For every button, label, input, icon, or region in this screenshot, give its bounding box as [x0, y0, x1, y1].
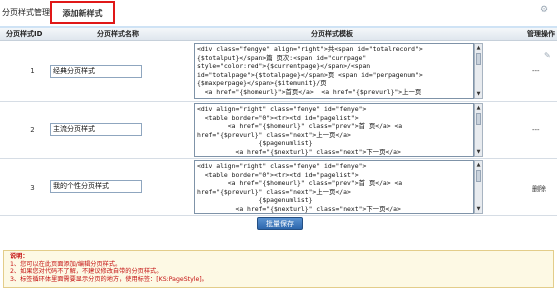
scroll-thumb[interactable] — [476, 170, 481, 182]
tab-add-style[interactable]: 添加新样式 — [50, 1, 115, 24]
delete-link[interactable]: 删除 — [532, 184, 546, 194]
col-header-name: 分页样式名称 — [97, 30, 139, 38]
row-id: 1 — [30, 67, 35, 75]
scroll-down-icon[interactable]: ▼ — [475, 205, 482, 213]
template-textarea[interactable]: <div align="right" class="fenye" id="fen… — [194, 160, 474, 214]
template-textarea[interactable]: <div class="fengye" align="right">共<span… — [194, 43, 474, 99]
textarea-scrollbar[interactable]: ▲ ▼ — [474, 43, 483, 99]
row-op: --- — [532, 126, 540, 134]
style-name-input[interactable]: 主流分页样式 — [50, 123, 142, 136]
scroll-up-icon[interactable]: ▲ — [475, 104, 482, 112]
table-row: 1 经典分页样式 <div class="fengye" align="righ… — [0, 41, 557, 102]
textarea-scrollbar[interactable]: ▲ ▼ — [474, 103, 483, 157]
scroll-thumb[interactable] — [476, 113, 481, 125]
row-id: 2 — [30, 126, 35, 134]
table-row: 3 我的个性分页样式 <div align="right" class="fen… — [0, 159, 557, 216]
table-row: 2 主流分页样式 <div align="right" class="fenye… — [0, 102, 557, 159]
scroll-down-icon[interactable]: ▼ — [475, 148, 482, 156]
table-header: 分页样式ID 分页样式名称 分页样式模板 管理操作 — [0, 28, 557, 41]
row-op: --- — [532, 67, 540, 75]
row-id: 3 — [30, 184, 35, 192]
help-note: 说明： 1、您可以在此页面添加/编辑分页样式。 2、如果您对代码不了解，不建议修… — [3, 250, 554, 288]
col-header-template: 分页样式模板 — [311, 30, 353, 38]
template-textarea[interactable]: <div align="right" class="fenye" id="fen… — [194, 103, 474, 157]
note-line: 2、如果您对代码不了解，不建议修改自带的分页样式。 — [10, 268, 163, 276]
note-line: 3、标签循环体里面需要显示分页的地方，使用标签：[KS:PageStyle]。 — [10, 275, 208, 283]
textarea-scrollbar[interactable]: ▲ ▼ — [474, 160, 483, 214]
note-title: 说明： — [10, 253, 29, 260]
gear-icon[interactable]: ⚙ — [540, 6, 549, 15]
col-header-id: 分页样式ID — [6, 30, 43, 38]
tab-bar: 分页样式管理 添加新样式 ⚙ — [0, 0, 557, 28]
style-name-input[interactable]: 经典分页样式 — [50, 65, 142, 78]
tab-style-manager[interactable]: 分页样式管理 — [2, 6, 50, 20]
scroll-up-icon[interactable]: ▲ — [475, 44, 482, 52]
col-header-op: 管理操作 — [527, 30, 555, 38]
scroll-down-icon[interactable]: ▼ — [475, 90, 482, 98]
style-name-input[interactable]: 我的个性分页样式 — [50, 180, 142, 193]
scroll-up-icon[interactable]: ▲ — [475, 161, 482, 169]
scroll-thumb[interactable] — [476, 53, 481, 65]
batch-save-button[interactable]: 批量保存 — [257, 217, 303, 230]
